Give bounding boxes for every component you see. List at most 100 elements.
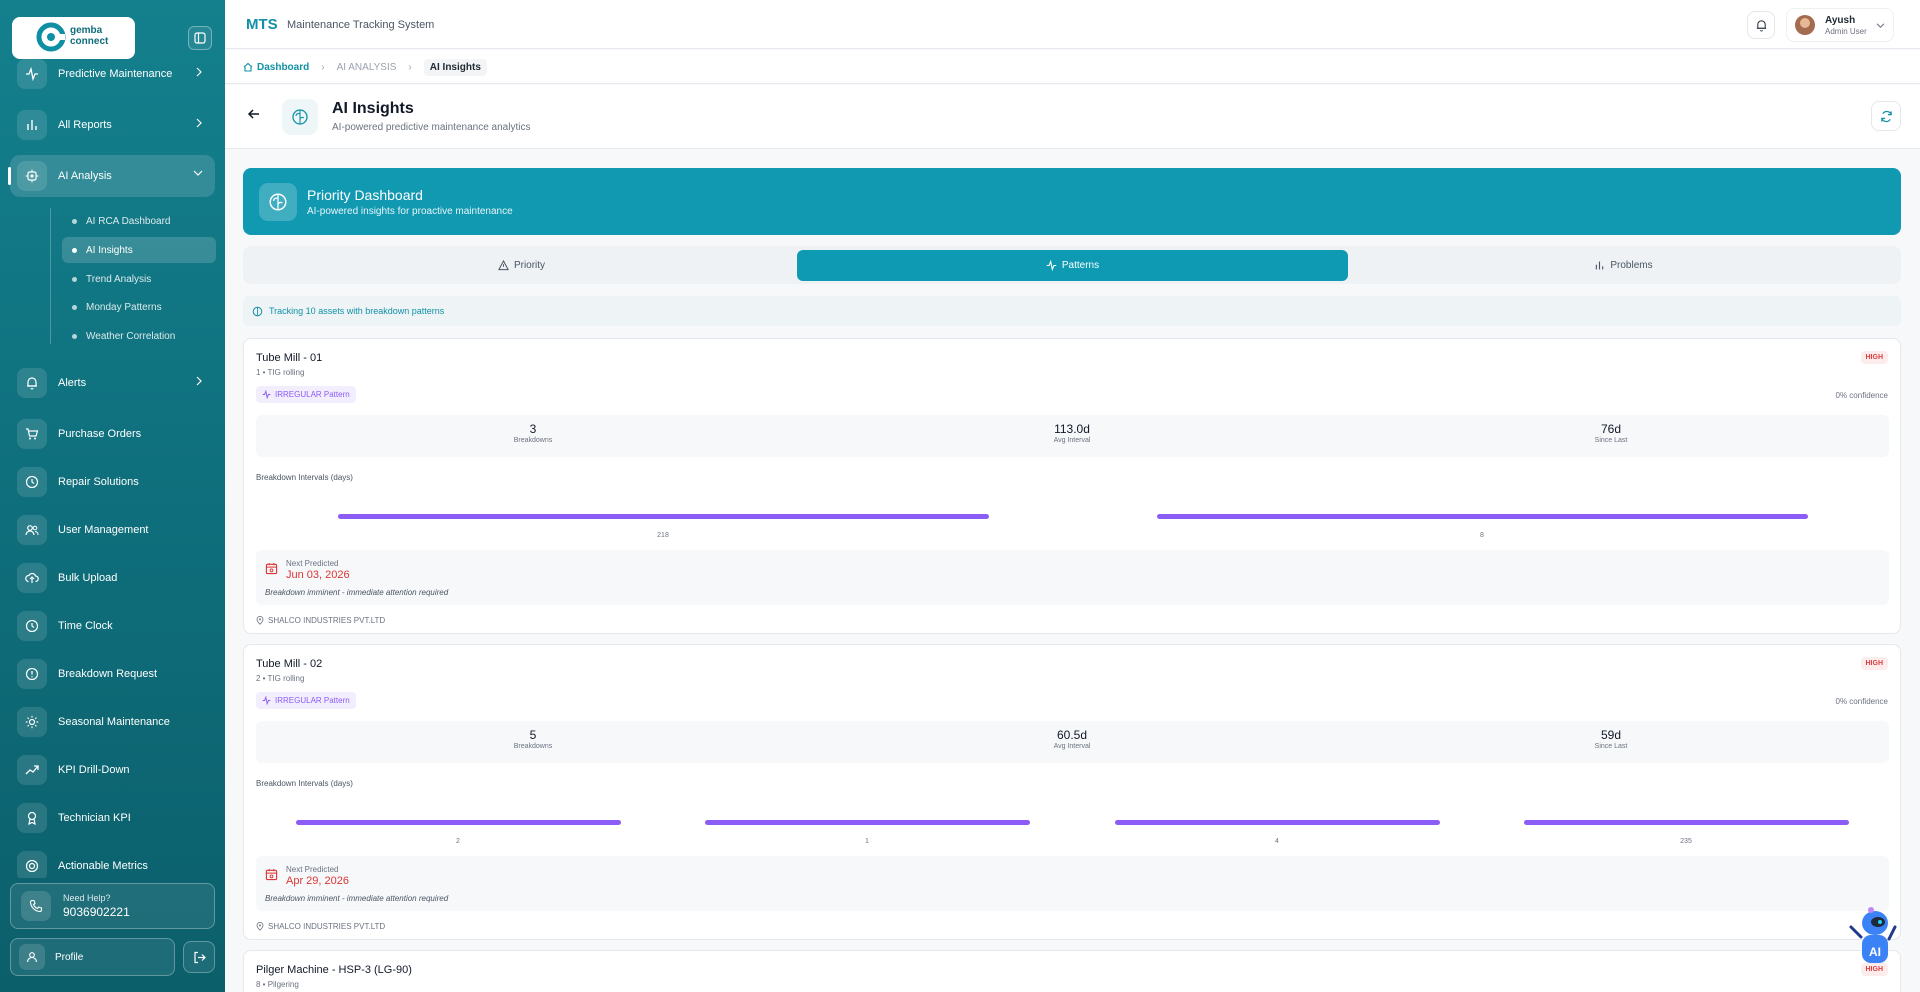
next-predicted-date: Apr 29, 2026 [286, 875, 349, 887]
breadcrumb: Dashboard › AI ANALYSIS › AI Insights [225, 50, 1920, 84]
priority-badge: HIGH [1860, 657, 1888, 670]
bot-eye [1878, 920, 1882, 924]
logout-button[interactable] [183, 941, 215, 973]
ai-assistant-button[interactable]: AI [1843, 903, 1903, 975]
help-contact[interactable]: Need Help? 9036902221 [10, 883, 215, 929]
sidebar-item-time-clock[interactable]: Time Clock [10, 605, 215, 647]
bar-chart-icon [1596, 261, 1604, 270]
sidebar-item-label: Repair Solutions [58, 476, 139, 488]
banner-title: Priority Dashboard [307, 187, 423, 203]
pattern-label: IRREGULAR Pattern [275, 696, 350, 705]
arrow-left-icon [247, 109, 259, 119]
activity-icon [17, 59, 47, 89]
brain-icon [252, 306, 263, 316]
tab-patterns[interactable]: Patterns [797, 250, 1348, 281]
help-phone: 9036902221 [63, 905, 130, 919]
sidebar-item-label: AI Analysis [58, 170, 112, 182]
interval-value: 218 [657, 532, 669, 539]
interval-value: 8 [1480, 532, 1484, 539]
app-logo[interactable]: gemba connect [12, 17, 135, 59]
sidebar-item-bulk-upload[interactable]: Bulk Upload [10, 557, 215, 599]
stat-label: Breakdowns [513, 437, 553, 444]
interval-bars: 2 1 4 235 [296, 820, 1849, 845]
interval-bar [1524, 820, 1849, 825]
asset-card[interactable]: Pilger Machine - HSP-3 (LG-90) 8 • Pilge… [243, 950, 1901, 992]
asset-subtitle: 2 • TIG rolling [256, 674, 305, 683]
location-text: SHALCO INDUSTRIES PVT.LTD [268, 616, 386, 625]
map-pin-icon [256, 922, 264, 931]
breadcrumb-mid[interactable]: AI ANALYSIS [337, 62, 397, 73]
home-icon [243, 62, 253, 72]
sidebar-subitem-label: AI Insights [86, 244, 133, 256]
sidebar-item-purchase-orders[interactable]: Purchase Orders [10, 413, 215, 455]
sidebar-subitem-monday-patterns[interactable]: Monday Patterns [62, 294, 216, 320]
asset-card[interactable]: Tube Mill - 02 2 • TIG rolling HIGH IRRE… [243, 644, 1901, 940]
interval-value: 235 [1680, 838, 1692, 845]
top-bar: MTS Maintenance Tracking System Ayush Ad… [225, 0, 1920, 49]
stat-breakdowns: 5 Breakdowns [433, 728, 633, 750]
profile-button[interactable]: Profile [10, 938, 175, 976]
sidebar-nav: Predictive Maintenance All Reports AI An… [0, 58, 225, 878]
next-predicted: Next Predicted Jun 03, 2026 Breakdown im… [256, 550, 1889, 605]
phone-icon [21, 891, 51, 921]
sidebar-item-predictive-maintenance[interactable]: Predictive Maintenance [10, 58, 215, 95]
sidebar-item-user-management[interactable]: User Management [10, 509, 215, 551]
tab-priority[interactable]: Priority [246, 250, 797, 281]
sidebar-collapse-button[interactable] [188, 26, 212, 50]
chevron-down-icon [193, 170, 203, 176]
sidebar-item-seasonal-maintenance[interactable]: Seasonal Maintenance [10, 701, 215, 743]
breadcrumb-home[interactable]: Dashboard [243, 62, 309, 73]
confidence-text: 0% confidence [1835, 697, 1888, 706]
sun-icon [17, 707, 47, 737]
bullet-icon [72, 304, 77, 310]
stat-label: Since Last [1594, 743, 1628, 750]
sidebar-subitem-ai-insights[interactable]: AI Insights [62, 237, 216, 263]
sidebar-item-all-reports[interactable]: All Reports [10, 104, 215, 146]
sidebar-item-kpi-drill-down[interactable]: KPI Drill-Down [10, 749, 215, 791]
asset-title: Tube Mill - 02 [256, 658, 323, 670]
sidebar-item-label: Bulk Upload [58, 572, 118, 584]
stat-value: 113.0d [1054, 422, 1090, 436]
sidebar-item-alerts[interactable]: Alerts [10, 362, 215, 404]
activity-icon [262, 696, 271, 705]
clock-icon [17, 467, 47, 497]
asset-title: Pilger Machine - HSP-3 (LG-90) [256, 964, 412, 976]
next-predicted-date: Jun 03, 2026 [286, 569, 350, 581]
sidebar-item-actionable-metrics[interactable]: Actionable Metrics [10, 845, 215, 878]
sidebar-item-technician-kpi[interactable]: Technician KPI [10, 797, 215, 839]
next-predicted-label: Next Predicted [286, 559, 339, 568]
notifications-button[interactable] [1747, 11, 1775, 39]
interval-bar [338, 514, 989, 519]
tab-problems[interactable]: Problems [1348, 250, 1899, 281]
confidence-text: 0% confidence [1835, 391, 1888, 400]
sidebar-subitem-trend-analysis[interactable]: Trend Analysis [62, 266, 216, 292]
sidebar-item-label: Predictive Maintenance [58, 68, 173, 80]
sidebar-item-repair-solutions[interactable]: Repair Solutions [10, 461, 215, 503]
sidebar-item-ai-analysis[interactable]: AI Analysis [8, 155, 215, 197]
sidebar-subitem-weather-correlation[interactable]: Weather Correlation [62, 323, 216, 349]
tab-label: Problems [1610, 260, 1653, 271]
user-menu[interactable]: Ayush Admin User [1786, 8, 1894, 42]
brand-name[interactable]: MTS [246, 16, 278, 33]
intervals-label: Breakdown Intervals (days) [256, 779, 353, 788]
back-button[interactable] [247, 107, 261, 121]
asset-card[interactable]: Tube Mill - 01 1 • TIG rolling HIGH IRRE… [243, 338, 1901, 634]
stat-label: Since Last [1594, 437, 1628, 444]
award-icon [17, 803, 47, 833]
stat-value: 5 [529, 728, 537, 742]
sidebar-subitem-ai-rca-dashboard[interactable]: AI RCA Dashboard [62, 208, 216, 234]
calendar-alert-icon [265, 868, 278, 881]
profile-label: Profile [55, 951, 84, 963]
refresh-button[interactable] [1871, 101, 1901, 131]
asset-location: SHALCO INDUSTRIES PVT.LTD [256, 922, 385, 931]
tab-label: Priority [513, 260, 546, 271]
sidebar-subitem-label: Trend Analysis [86, 273, 152, 285]
user-name: Ayush [1825, 14, 1856, 26]
submenu-line [50, 208, 51, 344]
prediction-note: Breakdown imminent - immediate attention… [265, 588, 449, 597]
sidebar-item-breakdown-request[interactable]: Breakdown Request [10, 653, 215, 695]
stat-label: Avg Interval [1053, 743, 1091, 750]
stat-since-last: 76d Since Last [1511, 422, 1711, 444]
bell-icon [1756, 19, 1766, 32]
pattern-label: IRREGULAR Pattern [275, 390, 350, 399]
